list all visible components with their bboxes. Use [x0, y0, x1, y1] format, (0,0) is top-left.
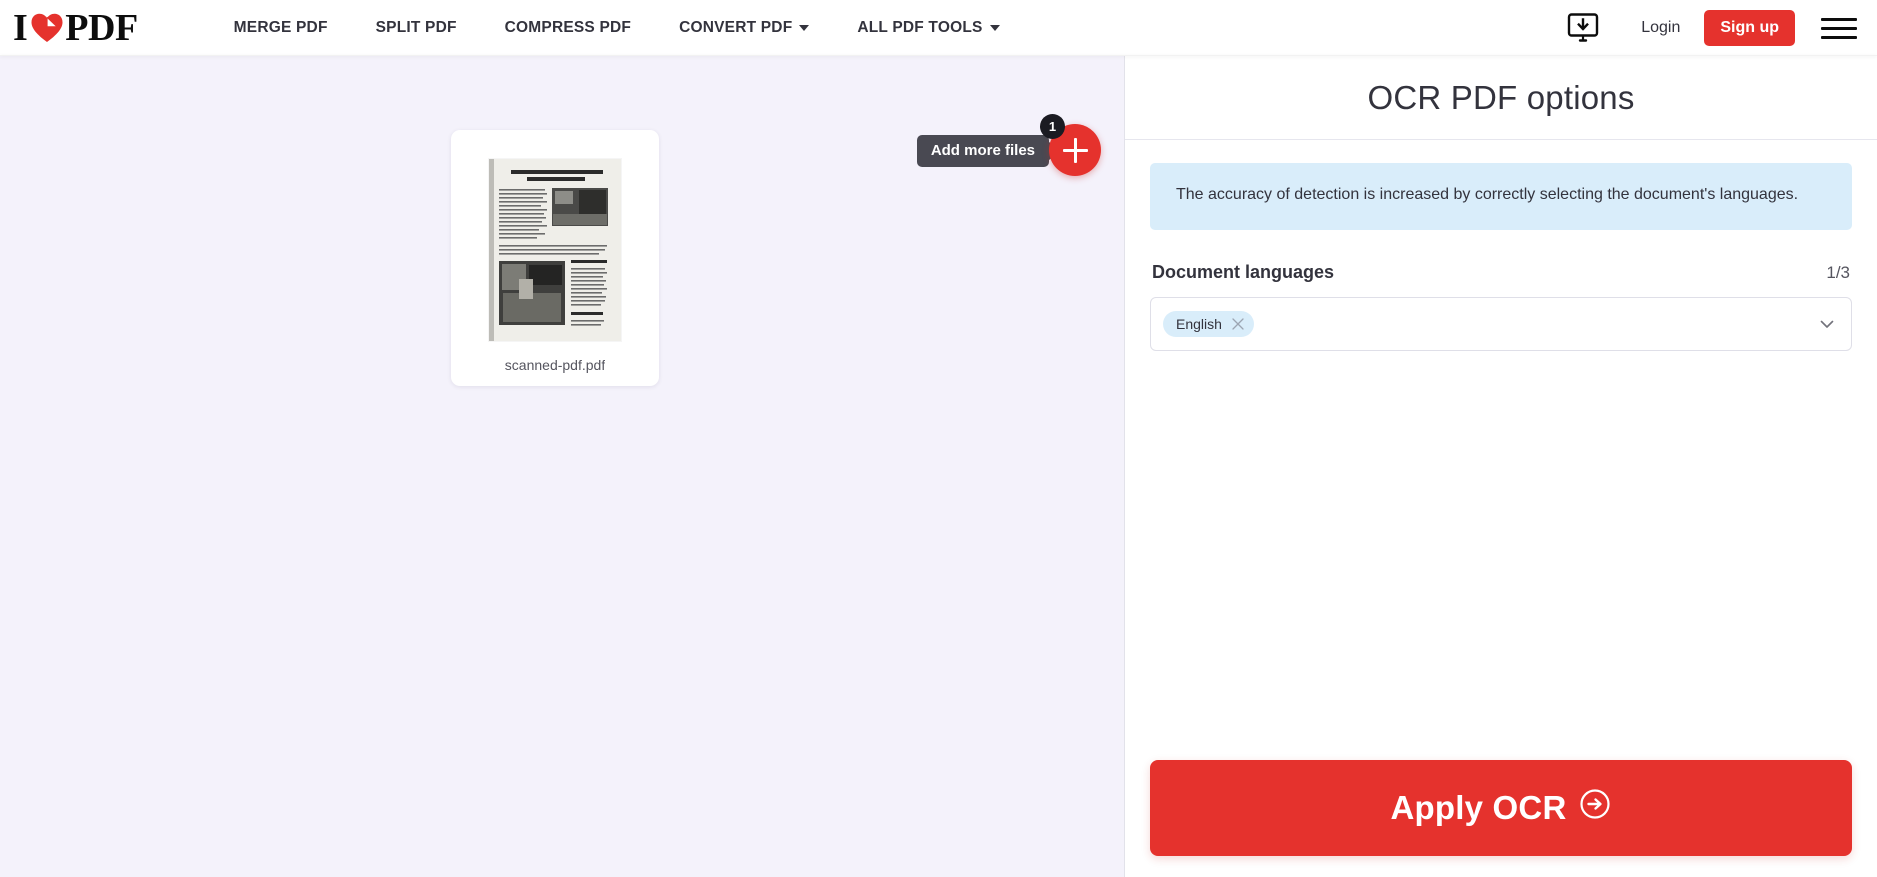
nav-convert-pdf-label: CONVERT PDF: [679, 19, 793, 36]
nav-split-pdf-label: SPLIT PDF: [375, 19, 457, 36]
chevron-down-icon[interactable]: [1819, 316, 1835, 332]
page-title: OCR PDF options: [1367, 79, 1635, 116]
chevron-down-icon: [799, 25, 810, 31]
main-navigation: MERGE PDF SPLIT PDF COMPRESS PDF CONVERT…: [210, 19, 1564, 37]
file-card[interactable]: scanned-pdf.pdf: [451, 130, 659, 386]
document-languages-count: 1/3: [1826, 262, 1850, 282]
nav-merge-pdf-label: MERGE PDF: [233, 19, 328, 36]
add-more-files-button[interactable]: 1: [1040, 114, 1101, 176]
panel-body: The accuracy of detection is increased b…: [1125, 163, 1877, 351]
login-link[interactable]: Login: [1627, 13, 1694, 43]
file-count-badge: 1: [1040, 114, 1065, 139]
apply-button-container: Apply OCR: [1150, 760, 1852, 856]
logo[interactable]: I PDF: [13, 9, 138, 47]
file-workspace: scanned-pdf.pdf Add more files 1: [0, 56, 1124, 877]
apply-ocr-label: Apply OCR: [1390, 789, 1567, 826]
add-more-files-tooltip: Add more files: [916, 135, 1049, 167]
heart-page-fold-icon: [31, 13, 63, 43]
document-languages-label: Document languages: [1152, 261, 1335, 282]
header-actions: Login Sign up: [1563, 10, 1863, 46]
document-languages-header: Document languages 1/3: [1150, 262, 1852, 283]
file-name-label: scanned-pdf.pdf: [504, 357, 606, 373]
logo-text-left: I: [13, 7, 28, 49]
nav-convert-pdf[interactable]: CONVERT PDF: [655, 19, 833, 37]
panel-divider: [1125, 139, 1877, 140]
sign-up-button[interactable]: Sign up: [1704, 10, 1795, 46]
monitor-download-icon[interactable]: [1563, 11, 1605, 45]
nav-compress-pdf-label: COMPRESS PDF: [504, 19, 632, 36]
nav-all-pdf-tools[interactable]: ALL PDF TOOLS: [833, 19, 1023, 37]
nav-all-pdf-tools-label: ALL PDF TOOLS: [857, 19, 983, 36]
nav-merge-pdf[interactable]: MERGE PDF: [210, 19, 352, 37]
nav-split-pdf[interactable]: SPLIT PDF: [352, 19, 481, 37]
site-header: I PDF MERGE PDF SPLIT PDF COMPRESS PDF C…: [0, 0, 1877, 56]
language-chip-english[interactable]: English: [1163, 310, 1254, 337]
selected-languages: English: [1163, 310, 1819, 337]
apply-ocr-button[interactable]: Apply OCR: [1150, 760, 1852, 856]
document-languages-select[interactable]: English: [1150, 296, 1852, 351]
hamburger-menu-icon[interactable]: [1821, 17, 1859, 39]
ocr-options-panel: OCR PDF options The accuracy of detectio…: [1124, 56, 1877, 877]
add-more-files-control: Add more files 1: [916, 114, 1101, 176]
logo-text-right: PDF: [65, 7, 138, 49]
plus-icon-vertical: [1073, 137, 1077, 163]
accuracy-info-box: The accuracy of detection is increased b…: [1150, 163, 1852, 230]
nav-compress-pdf[interactable]: COMPRESS PDF: [481, 19, 655, 37]
close-x-icon[interactable]: [1231, 317, 1245, 331]
arrow-right-circle-icon: [1579, 788, 1611, 828]
file-thumbnail: [489, 159, 621, 341]
language-chip-label: English: [1176, 315, 1222, 332]
chevron-down-icon: [989, 25, 1000, 31]
